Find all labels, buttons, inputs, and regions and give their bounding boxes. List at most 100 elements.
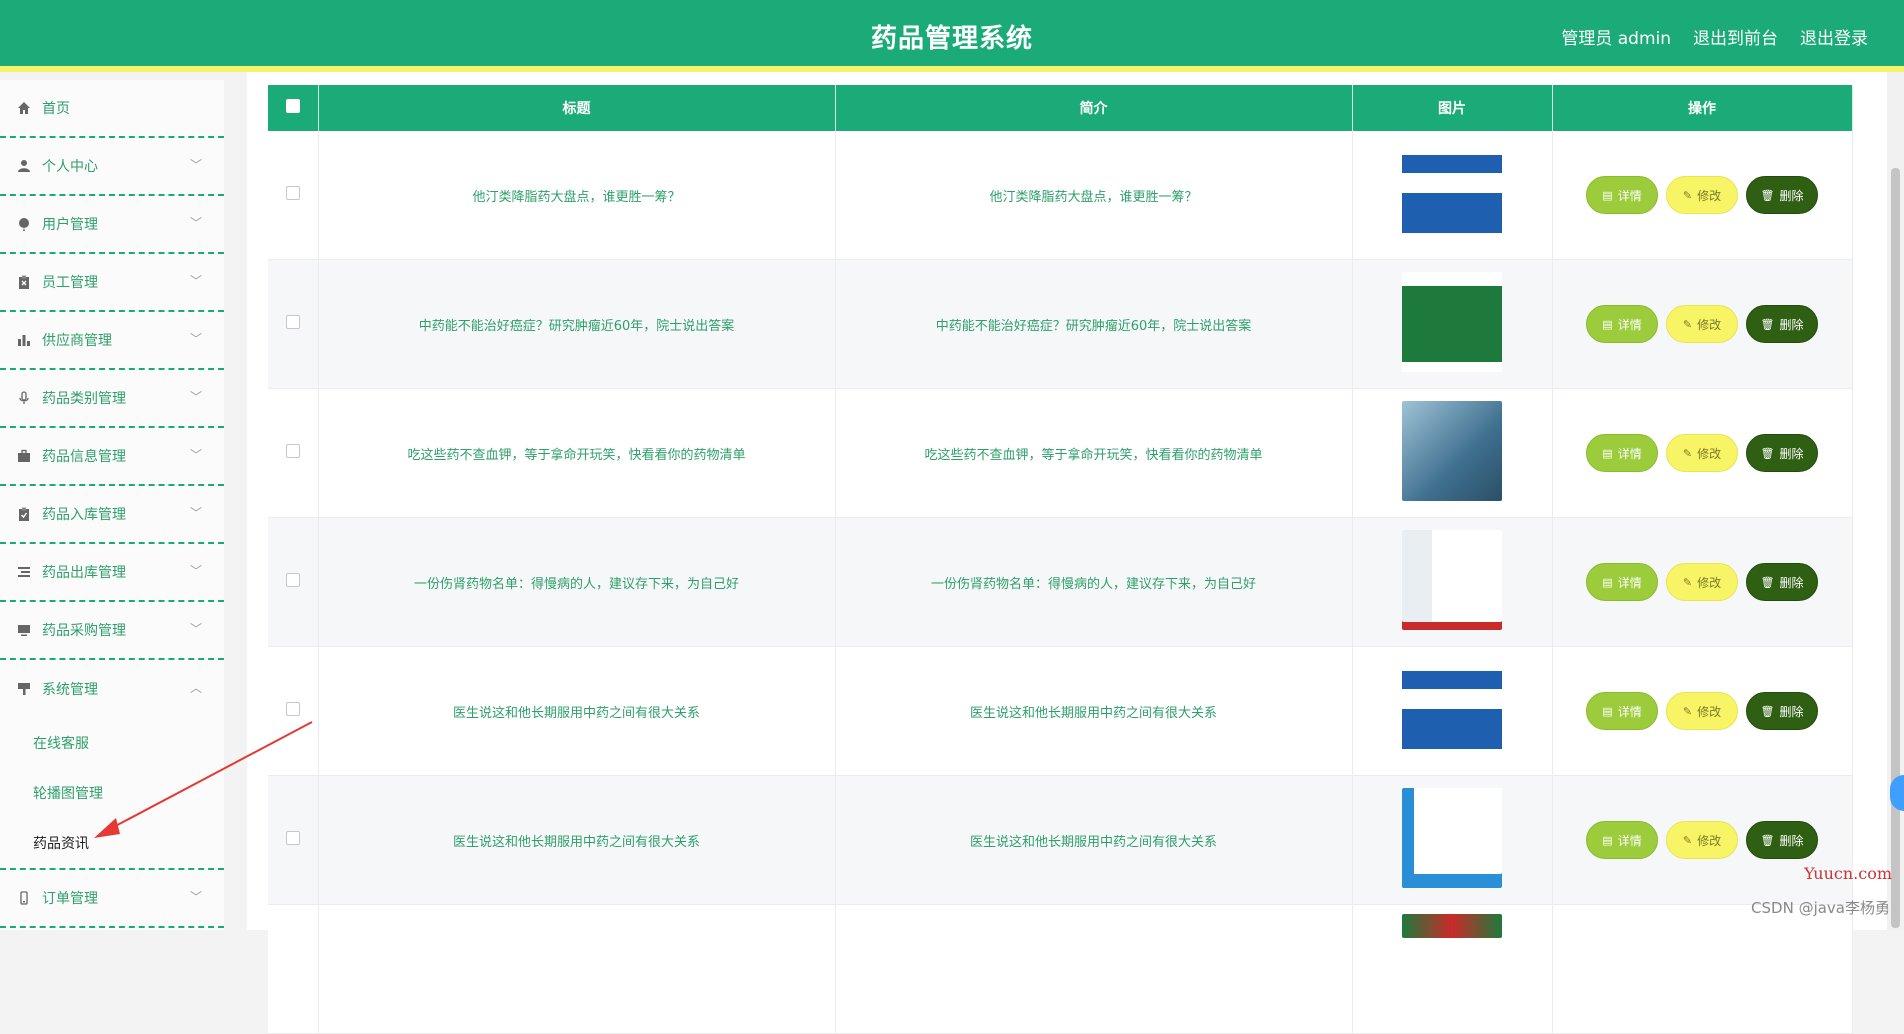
table-row: 医生说这和他长期服用中药之间有很大关系 医生说这和他长期服用中药之间有很大关系 … bbox=[268, 646, 1853, 776]
submenu-carousel-management[interactable]: 轮播图管理 bbox=[0, 768, 224, 818]
row-title: 吃这些药不查血钾，等于拿命开玩笑，快看看你的药物清单 bbox=[318, 388, 836, 518]
edit-button[interactable]: ✎ 修改 bbox=[1666, 434, 1738, 472]
select-all-checkbox[interactable] bbox=[285, 99, 300, 113]
operating-room-image bbox=[1402, 401, 1502, 501]
logout-link[interactable]: 退出登录 bbox=[1800, 24, 1868, 49]
trash-icon: 🗑 bbox=[1760, 833, 1775, 847]
row-intro: 中药能不能治好癌症？研究肿瘤近60年，院士说出答案 bbox=[835, 259, 1353, 389]
list-icon bbox=[16, 564, 32, 580]
exit-to-front-link[interactable]: 退出到前台 bbox=[1693, 24, 1778, 49]
row-checkbox[interactable] bbox=[285, 444, 300, 458]
top-header: 药品管理系统 管理员 admin 退出到前台 退出登录 bbox=[0, 0, 1904, 72]
pencil-icon: ✎ bbox=[1682, 575, 1693, 589]
chevron-down-icon: ﹀ bbox=[189, 331, 202, 346]
trash-icon: 🗑 bbox=[1760, 188, 1775, 202]
sidebar-item-home[interactable]: 首页 bbox=[0, 80, 224, 138]
home-icon bbox=[16, 100, 32, 116]
delete-button[interactable]: 🗑 删除 bbox=[1746, 563, 1818, 601]
row-checkbox[interactable] bbox=[285, 573, 300, 587]
sidebar-item-drug-info[interactable]: 药品信息管理 ﹀ bbox=[0, 428, 224, 486]
row-title: 医生说这和他长期服用中药之间有很大关系 bbox=[318, 646, 836, 776]
sidebar-item-system-management[interactable]: 系统管理 ︿ bbox=[0, 660, 224, 718]
row-checkbox[interactable] bbox=[285, 831, 300, 845]
sidebar-item-label: 首页 bbox=[42, 101, 70, 117]
edit-button[interactable]: ✎ 修改 bbox=[1666, 305, 1738, 343]
row-intro: 他汀类降脂药大盘点，谁更胜一筹？ bbox=[835, 131, 1353, 260]
document-icon: ▤ bbox=[1602, 575, 1613, 589]
trash-icon: 🗑 bbox=[1760, 317, 1775, 331]
delete-button[interactable]: 🗑 删除 bbox=[1746, 692, 1818, 730]
delete-button[interactable]: 🗑 删除 bbox=[1746, 434, 1818, 472]
column-header-image: 图片 bbox=[1352, 85, 1553, 131]
pencil-icon: ✎ bbox=[1682, 317, 1693, 331]
sidebar-item-order-management[interactable]: 订单管理 ﹀ bbox=[0, 870, 224, 928]
drug-box-image bbox=[1402, 788, 1502, 888]
pencil-icon: ✎ bbox=[1682, 446, 1693, 460]
detail-button[interactable]: ▤ 详情 bbox=[1586, 305, 1658, 343]
edit-button[interactable]: ✎ 修改 bbox=[1666, 692, 1738, 730]
bar-chart-icon bbox=[16, 332, 32, 348]
edit-button[interactable]: ✎ 修改 bbox=[1666, 821, 1738, 859]
row-title: 一份伤肾药物名单：得慢病的人，建议存下来，为自己好 bbox=[318, 517, 836, 647]
table-row: 医生说这和他长期服用中药之间有很大关系 医生说这和他长期服用中药之间有很大关系 … bbox=[268, 775, 1853, 905]
row-title: 医生说这和他长期服用中药之间有很大关系 bbox=[318, 775, 836, 905]
sidebar-item-drug-purchase[interactable]: 药品采购管理 ﹀ bbox=[0, 602, 224, 660]
pencil-icon: ✎ bbox=[1682, 704, 1693, 718]
site-watermark: Yuucn.com bbox=[1804, 864, 1892, 883]
scrollbar-thumb[interactable] bbox=[1891, 168, 1900, 928]
row-checkbox[interactable] bbox=[285, 315, 300, 329]
sidebar-item-user-management[interactable]: 用户管理 ﹀ bbox=[0, 196, 224, 254]
row-intro: 一份伤肾药物名单：得慢病的人，建议存下来，为自己好 bbox=[835, 517, 1353, 647]
detail-button[interactable]: ▤ 详情 bbox=[1586, 821, 1658, 859]
chevron-down-icon: ﹀ bbox=[189, 447, 202, 462]
table-row: 他汀类降脂药大盘点，谁更胜一筹？ 他汀类降脂药大盘点，谁更胜一筹？ ▤ 详情 ✎ 修改… bbox=[268, 131, 1853, 260]
side-drawer-handle[interactable] bbox=[1890, 775, 1904, 811]
delete-button[interactable]: 🗑 删除 bbox=[1746, 821, 1818, 859]
sidebar-item-label: 药品采购管理 bbox=[42, 623, 126, 639]
row-checkbox[interactable] bbox=[285, 186, 300, 200]
detail-button[interactable]: ▤ 详情 bbox=[1586, 434, 1658, 472]
trash-icon: 🗑 bbox=[1760, 704, 1775, 718]
column-header-intro[interactable]: 简介 bbox=[835, 85, 1353, 131]
sidebar-item-label: 个人中心 bbox=[42, 159, 98, 175]
document-icon: ▤ bbox=[1602, 446, 1613, 460]
balloon-icon bbox=[16, 216, 32, 232]
admin-user-label[interactable]: 管理员 admin bbox=[1561, 24, 1671, 49]
detail-button[interactable]: ▤ 详情 bbox=[1586, 176, 1658, 214]
sidebar-item-supplier-management[interactable]: 供应商管理 ﹀ bbox=[0, 312, 224, 370]
trash-icon: 🗑 bbox=[1760, 575, 1775, 589]
drug-box-image bbox=[1402, 143, 1502, 243]
document-icon: ▤ bbox=[1602, 704, 1613, 718]
main-content: 标题 简介 图片 操作 他汀类降脂药大盘点，谁更胜一筹？ 他汀类降脂药大盘点，谁… bbox=[247, 72, 1887, 1034]
pencil-icon: ✎ bbox=[1682, 833, 1693, 847]
microphone-icon bbox=[16, 390, 32, 406]
delete-button[interactable]: 🗑 删除 bbox=[1746, 305, 1818, 343]
sidebar-item-personal-center[interactable]: 个人中心 ﹀ bbox=[0, 138, 224, 196]
header-nav: 管理员 admin 退出到前台 退出登录 bbox=[1561, 24, 1868, 49]
sidebar-item-label: 系统管理 bbox=[42, 682, 98, 698]
row-checkbox[interactable] bbox=[285, 702, 300, 716]
column-header-title[interactable]: 标题 bbox=[318, 85, 836, 131]
monitor-icon bbox=[16, 622, 32, 638]
edit-button[interactable]: ✎ 修改 bbox=[1666, 563, 1738, 601]
edit-button[interactable]: ✎ 修改 bbox=[1666, 176, 1738, 214]
submenu-drug-news[interactable]: 药品资讯 bbox=[0, 818, 224, 870]
delete-button[interactable]: 🗑 删除 bbox=[1746, 176, 1818, 214]
phone-icon bbox=[16, 890, 32, 906]
sidebar-item-label: 药品入库管理 bbox=[42, 507, 126, 523]
chevron-down-icon: ﹀ bbox=[189, 389, 202, 404]
detail-button[interactable]: ▤ 详情 bbox=[1586, 563, 1658, 601]
sidebar-item-label: 药品信息管理 bbox=[42, 449, 126, 465]
sidebar-item-drug-stock-in[interactable]: 药品入库管理 ﹀ bbox=[0, 486, 224, 544]
submenu-online-service[interactable]: 在线客服 bbox=[0, 718, 224, 768]
detail-button[interactable]: ▤ 详情 bbox=[1586, 692, 1658, 730]
table-row bbox=[268, 904, 1853, 1034]
table-row: 一份伤肾药物名单：得慢病的人，建议存下来，为自己好 一份伤肾药物名单：得慢病的人… bbox=[268, 517, 1853, 647]
sidebar-item-drug-category[interactable]: 药品类别管理 ﹀ bbox=[0, 370, 224, 428]
sidebar-item-staff-management[interactable]: 员工管理 ﹀ bbox=[0, 254, 224, 312]
sidebar-item-drug-stock-out[interactable]: 药品出库管理 ﹀ bbox=[0, 544, 224, 602]
chevron-down-icon: ﹀ bbox=[189, 215, 202, 230]
chevron-down-icon: ﹀ bbox=[189, 563, 202, 578]
row-intro: 医生说这和他长期服用中药之间有很大关系 bbox=[835, 646, 1353, 776]
brush-icon bbox=[16, 681, 32, 697]
